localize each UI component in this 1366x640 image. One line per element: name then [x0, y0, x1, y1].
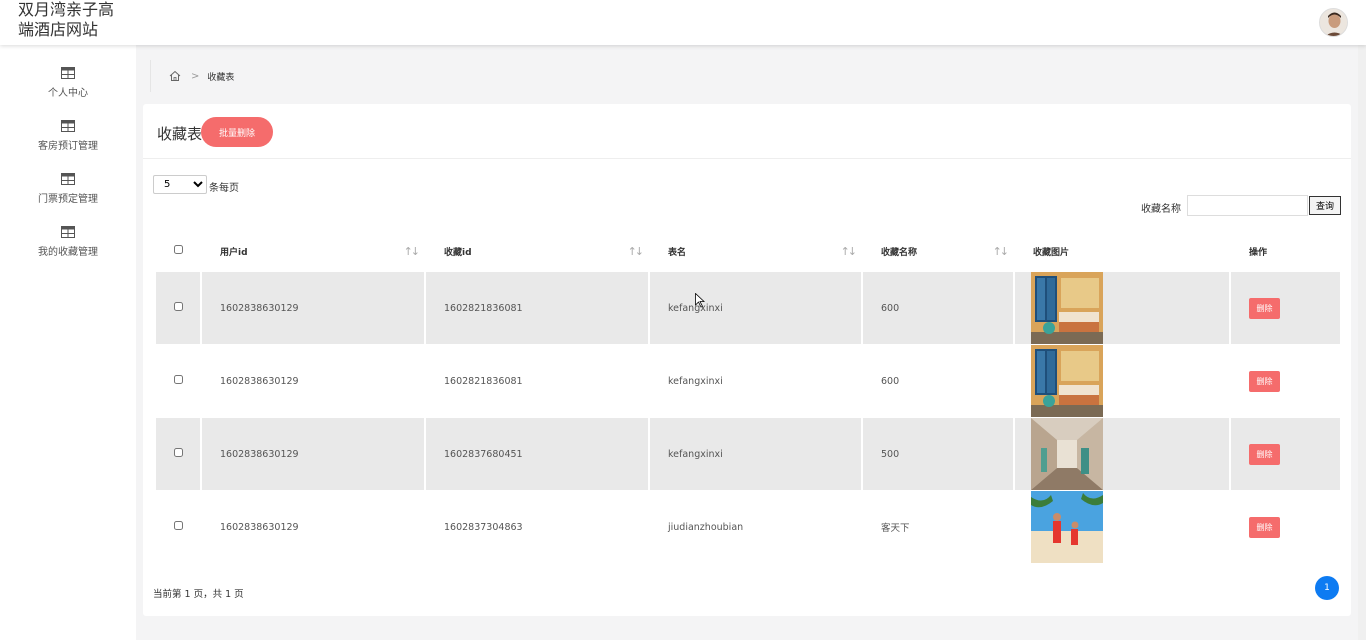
sidebar-item-my-favorites[interactable]: 我的收藏管理	[0, 226, 136, 270]
search-button[interactable]: 查询	[1309, 196, 1341, 215]
top-header: 双月湾亲子高端酒店网站	[0, 0, 1366, 45]
site-title: 双月湾亲子高端酒店网站	[18, 0, 115, 39]
table-row: 1602838630129 1602837680451 kefangxinxi …	[156, 418, 1340, 491]
header-label: 收藏id	[444, 247, 472, 258]
hotel-room-image	[1031, 345, 1103, 417]
row-select	[156, 272, 200, 345]
sort-icon[interactable]: ↑↓	[628, 245, 645, 258]
header-label: 表名	[668, 247, 687, 258]
sort-icon[interactable]: ↑↓	[993, 245, 1010, 258]
table-icon	[61, 173, 75, 185]
page-size-select[interactable]: 5	[153, 175, 207, 194]
card-header: 收藏表 批量删除	[143, 104, 1351, 159]
pagination-info: 当前第 1 页，共 1 页	[153, 589, 244, 600]
row-checkbox[interactable]	[173, 375, 183, 384]
cell-fav-image	[1015, 491, 1229, 564]
table-icon	[61, 226, 75, 238]
table-icon	[61, 120, 75, 132]
cell-actions: 删除	[1231, 272, 1340, 345]
header-label: 收藏图片	[1033, 247, 1070, 258]
cell-user-id: 1602838630129	[202, 491, 424, 564]
cell-fav-image	[1015, 272, 1229, 345]
delete-button[interactable]: 删除	[1249, 443, 1280, 465]
mouse-cursor-icon	[695, 293, 705, 308]
row-select	[156, 491, 200, 564]
sidebar-item-label: 我的收藏管理	[38, 247, 98, 258]
page-title: 收藏表	[157, 125, 203, 143]
cell-user-id: 1602838630129	[202, 418, 424, 491]
avatar-icon	[1320, 9, 1347, 36]
page-scrollbar[interactable]	[1358, 45, 1366, 640]
cell-fav-id: 1602821836081	[426, 272, 648, 345]
table-row: 1602838630129 1602821836081 kefangxinxi …	[156, 345, 1340, 418]
sidebar-item-personal-center[interactable]: 个人中心	[0, 67, 136, 111]
row-checkbox[interactable]	[173, 521, 183, 530]
user-avatar[interactable]	[1319, 8, 1348, 37]
search-label: 收藏名称	[1141, 204, 1181, 215]
table-header-row: 用户id ↑↓ 收藏id ↑↓ 表名 ↑↓ 收藏名称 ↑↓ 收藏图片 操作	[156, 230, 1340, 272]
row-checkbox[interactable]	[173, 302, 183, 311]
sidebar-item-label: 门票预定管理	[38, 194, 98, 205]
row-checkbox[interactable]	[173, 448, 183, 457]
cell-table-name: kefangxinxi	[650, 345, 861, 418]
delete-button[interactable]: 删除	[1249, 297, 1280, 319]
table-icon	[61, 67, 75, 79]
beach-family-image	[1031, 491, 1103, 563]
sidebar: 个人中心 客房预订管理 门票预定管理 我的收藏管理	[0, 45, 136, 640]
delete-button[interactable]: 删除	[1249, 516, 1280, 538]
row-select	[156, 418, 200, 491]
breadcrumb-current: 收藏表	[207, 72, 235, 83]
cell-fav-image	[1015, 345, 1229, 418]
favorites-table: 用户id ↑↓ 收藏id ↑↓ 表名 ↑↓ 收藏名称 ↑↓ 收藏图片 操作 160283…	[154, 230, 1342, 564]
home-icon[interactable]	[169, 70, 181, 82]
per-page-label: 条每页	[209, 183, 239, 194]
cell-user-id: 1602838630129	[202, 345, 424, 418]
cell-actions: 删除	[1231, 491, 1340, 564]
header-fav-id[interactable]: 收藏id ↑↓	[426, 230, 648, 272]
select-all-checkbox[interactable]	[173, 245, 183, 254]
hotel-room-image	[1031, 272, 1103, 344]
header-fav-image: 收藏图片	[1015, 230, 1229, 272]
sort-icon[interactable]: ↑↓	[404, 245, 421, 258]
cell-fav-name: 600	[863, 272, 1013, 345]
table-row: 1602838630129 1602837304863 jiudianzhoub…	[156, 491, 1340, 564]
cell-table-name: kefangxinxi	[650, 272, 861, 345]
header-label: 操作	[1249, 247, 1268, 258]
table-row: 1602838630129 1602821836081 kefangxinxi …	[156, 272, 1340, 345]
search-input[interactable]	[1187, 195, 1308, 216]
cell-actions: 删除	[1231, 345, 1340, 418]
breadcrumb: > 收藏表	[150, 60, 234, 92]
sidebar-item-label: 客房预订管理	[38, 141, 98, 152]
sidebar-item-ticket-booking[interactable]: 门票预定管理	[0, 173, 136, 217]
chevron-right-icon: >	[191, 70, 200, 82]
favorites-card: 收藏表 批量删除 5 条每页 收藏名称 查询 用户id ↑↓ 收藏id ↑↓ 表名 ↑…	[143, 104, 1351, 616]
row-select	[156, 345, 200, 418]
cell-table-name: jiudianzhoubian	[650, 491, 861, 564]
cell-fav-id: 1602837304863	[426, 491, 648, 564]
delete-button[interactable]: 删除	[1249, 370, 1280, 392]
sidebar-item-room-booking[interactable]: 客房预订管理	[0, 120, 136, 164]
header-select-all	[156, 230, 200, 272]
header-table-name[interactable]: 表名 ↑↓	[650, 230, 861, 272]
header-actions: 操作	[1231, 230, 1340, 272]
hotel-corridor-image	[1031, 418, 1103, 490]
header-user-id[interactable]: 用户id ↑↓	[202, 230, 424, 272]
cell-actions: 删除	[1231, 418, 1340, 491]
cell-fav-name: 客天下	[863, 491, 1013, 564]
cell-fav-id: 1602821836081	[426, 345, 648, 418]
sidebar-item-label: 个人中心	[48, 88, 88, 99]
cell-user-id: 1602838630129	[202, 272, 424, 345]
batch-delete-button[interactable]: 批量删除	[201, 117, 273, 147]
cell-fav-id: 1602837680451	[426, 418, 648, 491]
cell-table-name: kefangxinxi	[650, 418, 861, 491]
cell-fav-image	[1015, 418, 1229, 491]
cell-fav-name: 500	[863, 418, 1013, 491]
cell-fav-name: 600	[863, 345, 1013, 418]
header-fav-name[interactable]: 收藏名称 ↑↓	[863, 230, 1013, 272]
page-number-button[interactable]: 1	[1315, 576, 1339, 600]
header-label: 收藏名称	[881, 247, 918, 258]
sort-icon[interactable]: ↑↓	[841, 245, 858, 258]
header-label: 用户id	[220, 247, 248, 258]
